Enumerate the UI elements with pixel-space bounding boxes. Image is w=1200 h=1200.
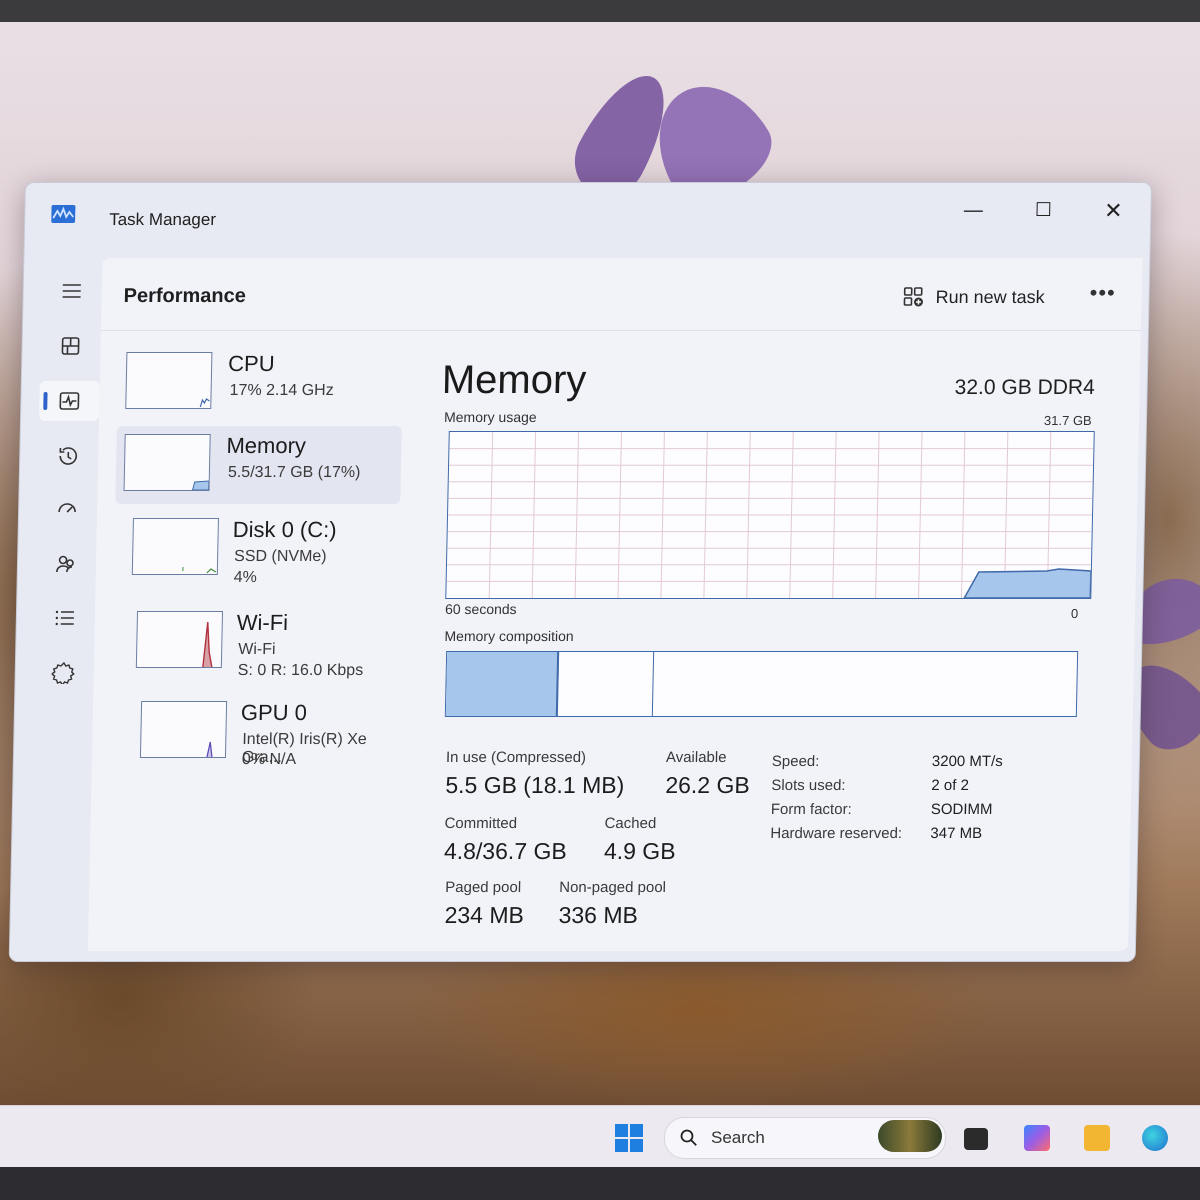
copilot-icon[interactable] xyxy=(1024,1125,1050,1151)
spec-value-slots: 2 of 2 xyxy=(931,777,970,794)
spec-label-speed: Speed: xyxy=(771,753,820,770)
spec-value-form-factor: SODIMM xyxy=(930,801,993,818)
search-icon xyxy=(680,1129,697,1146)
device-wifi[interactable]: Wi-Fi Wi-Fi S: 0 R: 16.0 Kbps xyxy=(112,603,399,681)
committed-label: Committed xyxy=(444,815,518,832)
run-new-task-icon xyxy=(903,287,923,307)
windows-start-icon[interactable] xyxy=(614,1123,644,1153)
app-history-icon xyxy=(59,447,78,465)
monitor-bezel-bottom xyxy=(0,1167,1200,1200)
search-highlight-badge[interactable] xyxy=(878,1120,942,1152)
device-gpu[interactable]: GPU 0 Intel(R) Iris(R) Xe Gra... 0% N/A xyxy=(110,693,397,771)
spec-label-form-factor: Form factor: xyxy=(770,801,852,818)
device-name: Disk 0 (C:) xyxy=(232,517,337,542)
nav-details[interactable] xyxy=(34,598,95,638)
menu-icon xyxy=(62,284,81,298)
memory-title: Memory xyxy=(441,358,587,402)
details-icon xyxy=(55,610,75,626)
spec-label-hardware-reserved: Hardware reserved: xyxy=(770,825,903,842)
device-disk[interactable]: Disk 0 (C:) SSD (NVMe) 4% xyxy=(113,510,400,588)
non-paged-pool-value: 336 MB xyxy=(558,902,639,928)
close-button[interactable]: ✕ xyxy=(1095,197,1132,225)
page-title: Performance xyxy=(123,285,247,307)
more-options-button[interactable]: ••• xyxy=(1089,280,1116,306)
device-detail: 17% 2.14 GHz xyxy=(229,382,334,399)
run-new-task-label: Run new task xyxy=(935,286,1045,307)
memory-usage-chart xyxy=(446,432,1094,599)
spec-label-slots: Slots used: xyxy=(771,777,846,794)
non-paged-pool-label: Non-paged pool xyxy=(559,879,667,896)
wifi-thumbnail-graph xyxy=(135,611,224,668)
composition-in-use-segment[interactable] xyxy=(445,652,560,716)
cached-label: Cached xyxy=(604,815,657,832)
performance-pane: Performance Run new task ••• CPU 17% 2.1… xyxy=(87,258,1143,951)
monitor-bezel-top xyxy=(0,0,1200,22)
search-placeholder: Search xyxy=(711,1128,765,1147)
composition-modified-segment[interactable] xyxy=(557,652,655,716)
device-cpu[interactable]: CPU 17% 2.14 GHz xyxy=(117,344,404,422)
graph-time-label: 60 seconds xyxy=(444,601,517,617)
in-use-label: In use (Compressed) xyxy=(445,749,587,766)
spec-value-hardware-reserved: 347 MB xyxy=(930,825,983,842)
spec-value-speed: 3200 MT/s xyxy=(931,753,1003,770)
services-icon xyxy=(51,661,75,684)
memory-usage-graph xyxy=(445,431,1095,599)
device-name: GPU 0 xyxy=(240,700,308,725)
memory-type: 32.0 GB DDR4 xyxy=(954,376,1095,399)
nav-app-history[interactable] xyxy=(38,436,99,476)
task-view-icon[interactable] xyxy=(964,1128,988,1150)
nav-performance[interactable] xyxy=(38,381,100,421)
device-detail: 5.5/31.7 GB (17%) xyxy=(227,464,361,481)
memory-usage-area xyxy=(963,568,1092,599)
available-label: Available xyxy=(665,749,727,766)
device-name: Wi-Fi xyxy=(236,610,289,635)
disk-thumbnail-graph xyxy=(131,518,219,575)
nav-menu-button[interactable] xyxy=(41,271,102,311)
maximize-button[interactable]: ☐ xyxy=(1025,197,1062,225)
committed-value: 4.8/36.7 GB xyxy=(443,838,568,864)
device-detail-secondary: 0% N/A xyxy=(241,751,297,768)
performance-icon xyxy=(59,392,80,410)
window-title: Task Manager xyxy=(109,210,217,229)
device-detail-secondary: S: 0 R: 16.0 Kbps xyxy=(237,662,364,679)
cached-value: 4.9 GB xyxy=(603,838,676,864)
available-value: 26.2 GB xyxy=(665,772,751,798)
users-icon xyxy=(56,555,74,573)
startup-apps-icon xyxy=(58,503,76,513)
gpu-thumbnail-graph xyxy=(139,701,228,758)
cpu-thumbnail-graph xyxy=(125,352,213,409)
paged-pool-value: 234 MB xyxy=(444,902,525,928)
device-detail-secondary: 4% xyxy=(233,569,258,586)
memory-composition-bar xyxy=(444,651,1079,717)
processes-icon xyxy=(61,337,80,355)
graph-time-zero: 0 xyxy=(1070,606,1079,621)
paged-pool-label: Paged pool xyxy=(445,879,522,896)
file-explorer-icon[interactable] xyxy=(1084,1125,1110,1151)
nav-active-indicator xyxy=(43,392,48,410)
device-name: CPU xyxy=(227,351,275,376)
in-use-value: 5.5 GB (18.1 MB) xyxy=(445,772,625,798)
nav-processes[interactable] xyxy=(40,326,101,366)
memory-composition-label: Memory composition xyxy=(444,628,574,644)
device-detail: SSD (NVMe) xyxy=(233,548,327,565)
edge-browser-icon[interactable] xyxy=(1142,1125,1168,1151)
nav-users[interactable] xyxy=(36,544,97,584)
memory-usage-label: Memory usage xyxy=(443,409,537,425)
memory-thumbnail-graph xyxy=(123,434,211,491)
task-manager-window: Task Manager — ☐ ✕ Performance Run new t… xyxy=(8,182,1152,962)
minimize-button[interactable]: — xyxy=(955,197,992,225)
nav-startup-apps[interactable] xyxy=(37,490,98,530)
nav-services[interactable] xyxy=(33,652,94,692)
task-manager-logo-icon xyxy=(51,205,76,223)
taskbar: Search xyxy=(0,1105,1200,1168)
device-detail: Wi-Fi xyxy=(238,641,276,658)
run-new-task-button[interactable]: Run new task xyxy=(901,282,1045,312)
pane-header: Performance Run new task ••• xyxy=(100,258,1143,331)
device-name: Memory xyxy=(226,433,307,458)
memory-usage-max: 31.7 GB xyxy=(1043,413,1092,428)
device-memory[interactable]: Memory 5.5/31.7 GB (17%) xyxy=(115,426,402,504)
